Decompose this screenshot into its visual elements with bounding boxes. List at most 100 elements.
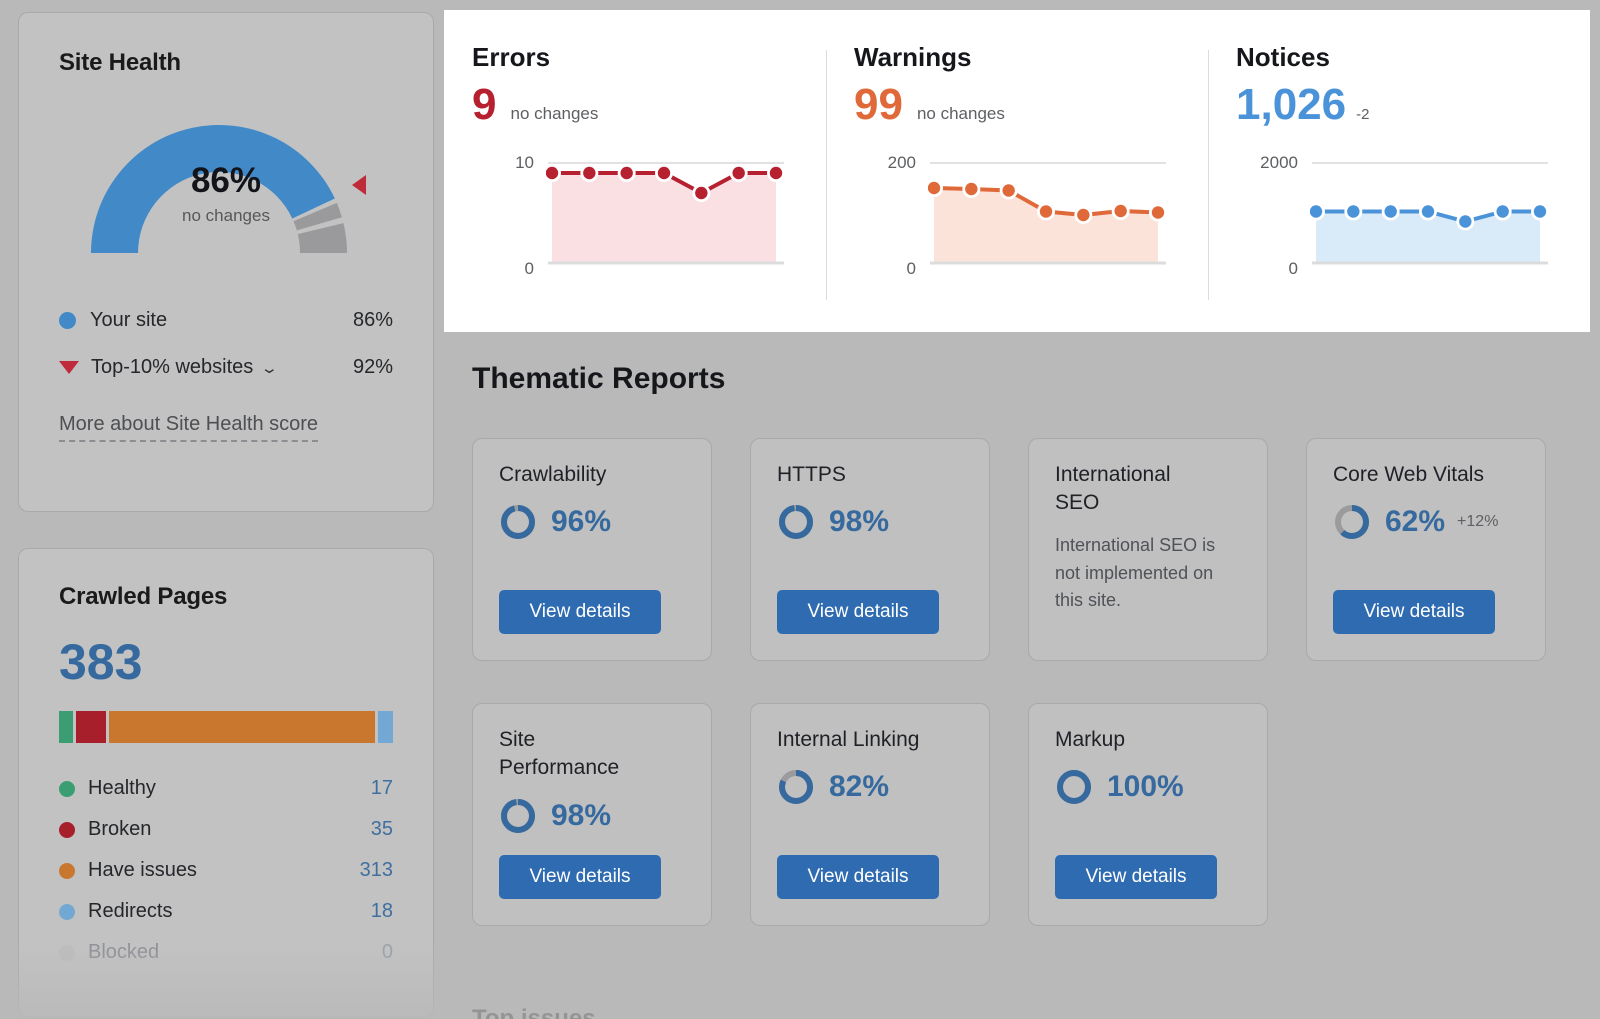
view-details-button[interactable]: View details [499,855,661,899]
metric-delta: no changes [510,104,599,123]
crawled-pages-legend: Healthy 17 Broken 35 Have issues 313 Redirects… [59,777,393,964]
report-card-title: Site Performance [499,728,620,780]
metric-sparkline-wrap: 2000 0 [1236,153,1562,278]
thematic-report-card[interactable]: Internal Linking 82% View details [750,703,990,926]
metric-title: Notices [1236,42,1330,72]
ring-progress [1057,770,1091,805]
sparkline-point[interactable] [928,181,941,195]
gauge-target-marker [352,175,366,195]
report-card-score: 100% [1055,768,1241,806]
metric-column-warnings: Warnings 99 no changes 200 0 [826,42,1208,332]
report-progress-ring-icon [779,505,813,540]
sparkline-axis-max: 200 [887,153,916,172]
sparkline-point[interactable] [965,182,978,196]
sparkline-point[interactable] [1002,184,1015,197]
metric-sparkline-wrap: 200 0 [854,153,1180,278]
sparkline-point[interactable] [1533,205,1547,218]
view-details-button[interactable]: View details [777,855,939,899]
report-progress-ring-icon [501,798,535,833]
benchmark-triangle-icon [59,361,79,374]
site-audit-overview-page: Site Health 86% no changes Your site 86% [0,0,1600,1019]
sparkline-point[interactable] [1310,205,1323,218]
crawled-row-label: Healthy [88,777,156,799]
more-about-site-health-link[interactable]: More about Site Health score [59,413,319,442]
sparkline-point[interactable] [546,166,559,180]
card-spacer [777,541,963,590]
crawled-row-label: Have issues [88,859,197,881]
crawled-pages-row[interactable]: Blocked 0 [59,941,393,964]
thematic-report-card[interactable]: Markup 100% View details [1028,703,1268,926]
sparkline-point[interactable] [1384,205,1397,218]
stacked-bar-segment [377,711,394,743]
crawled-pages-row[interactable]: Have issues 313 [59,859,393,882]
sparkline-point[interactable] [769,166,783,180]
sparkline-point[interactable] [583,166,596,180]
thematic-reports-grid: Crawlability 96% View details HTTPS 98% View … [472,438,1590,926]
report-card-score: 62% +12% [1333,503,1519,541]
crawled-row-value: 18 [370,900,393,922]
crawled-pages-row[interactable]: Broken 35 [59,818,393,841]
legend-row-your-site: Your site 86% [59,309,393,332]
report-card-percent: 98% [829,505,890,539]
metric-sparkline-wrap: 10 0 [472,153,798,278]
site-health-gauge: 86% no changes [76,105,376,265]
sparkline-point[interactable] [1421,205,1435,218]
ring-progress [501,798,535,833]
sparkline-point[interactable] [1459,215,1472,228]
report-card-title: Core Web Vitals [1333,463,1484,486]
metric-value: 99 [854,80,903,129]
view-details-button[interactable]: View details [777,590,939,634]
cut-off-section-heading: Top issues [472,1005,596,1019]
report-progress-ring-icon [1335,505,1369,540]
crawled-row-value: 17 [370,777,393,799]
crawled-pages-total: 383 [59,634,143,690]
report-card-title: International SEO [1055,463,1171,515]
sparkline-point[interactable] [1114,204,1127,218]
sparkline-point[interactable] [1151,206,1165,219]
legend-row-top-websites[interactable]: Top-10% websites ⌄ 92% [59,356,393,379]
crawled-pages-title: Crawled Pages [59,583,228,610]
thematic-report-card[interactable]: Site Performance 98% View details [472,703,712,926]
gauge-svg [91,125,366,253]
thematic-report-card[interactable]: HTTPS 98% View details [750,438,990,661]
crawled-pages-row[interactable]: Redirects 18 [59,900,393,923]
crawled-pages-row[interactable]: Healthy 17 [59,777,393,800]
sparkline-point[interactable] [695,186,708,200]
sparkline-svg [1310,162,1549,265]
sparkline-point[interactable] [1347,205,1360,218]
thematic-report-card[interactable]: Crawlability 96% View details [472,438,712,661]
report-card-description: International SEO is not implemented on … [1055,534,1216,611]
view-details-button[interactable]: View details [1055,855,1217,899]
report-card-percent: 98% [551,798,612,832]
ring-progress [779,505,813,540]
report-card-score: 98% [499,797,685,835]
sparkline-point[interactable] [1077,208,1090,222]
metric-value-row: 9 no changes [472,83,798,127]
thematic-report-card[interactable]: Core Web Vitals 62% +12% View details [1306,438,1546,661]
sparkline-svg [546,162,785,265]
sparkline-point[interactable] [732,166,745,180]
view-details-button[interactable]: View details [1333,590,1495,634]
metric-delta: no changes [916,104,1005,123]
crawled-row-value: 0 [381,941,393,963]
view-details-button[interactable]: View details [499,590,661,634]
sparkline-point[interactable] [1496,205,1509,218]
metric-value-row: 1,026 -2 [1236,83,1562,127]
thematic-report-card[interactable]: International SEO International SEO is no… [1028,438,1268,661]
sparkline-point[interactable] [1039,205,1053,218]
site-health-panel: Site Health 86% no changes Your site 86% [18,12,434,512]
site-health-legend: Your site 86% Top-10% websites ⌄ 92% [59,309,393,379]
report-card-change: +12% [1457,513,1499,531]
sparkline-axis-min: 0 [524,259,534,278]
report-card-percent: 82% [829,770,890,804]
chevron-down-icon[interactable]: ⌄ [260,359,279,377]
report-progress-ring-icon [1057,770,1091,805]
metric-delta: -2 [1356,106,1370,123]
sparkline-point[interactable] [657,166,671,180]
report-progress-ring-icon [779,770,813,805]
crawled-row-label: Broken [88,818,152,840]
sparkline-point[interactable] [620,166,633,180]
crawled-row-label: Redirects [88,900,173,922]
metric-column-notices: Notices 1,026 -2 2000 0 [1208,42,1590,332]
status-dot-icon [59,944,75,961]
